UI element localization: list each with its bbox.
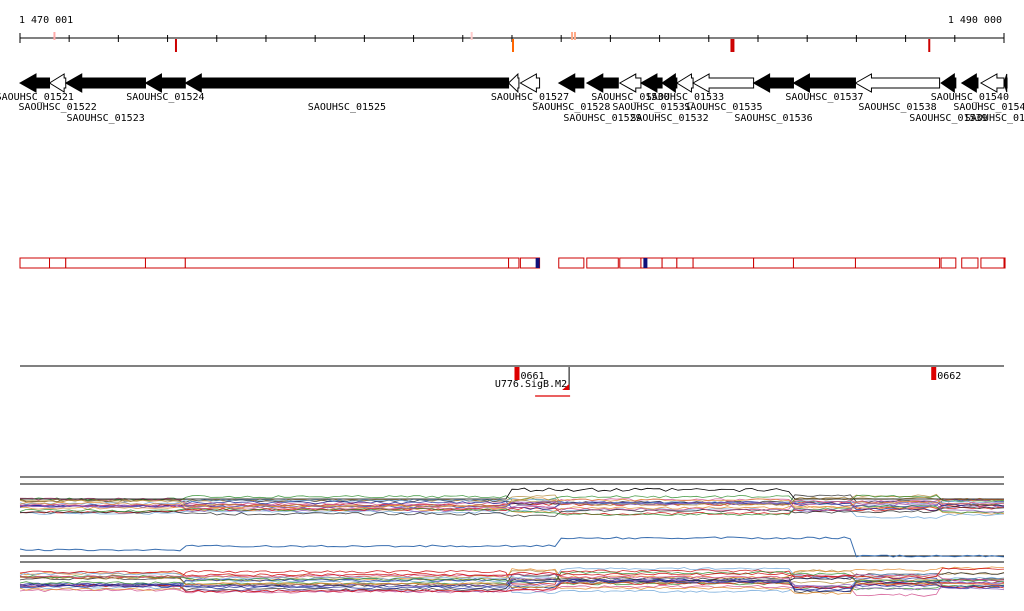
ruler-mark (512, 39, 515, 52)
genome-browser: 1 470 001 1 490 000 SAOUHSC_01521 SAOUHSC… (0, 0, 1024, 611)
gene-block (1003, 257, 1006, 269)
coordinate-ruler: 1 470 001 1 490 000 (19, 15, 1005, 52)
ruler-mark (730, 39, 733, 52)
ruler-mark (574, 32, 577, 40)
gene-label: SAOUHSC_01538 (858, 102, 936, 113)
gene-block (676, 257, 694, 269)
gene-arrow[interactable] (675, 73, 694, 93)
expression-trace (19, 536, 1005, 558)
gene-label: SAOUHSC_01537 (785, 92, 863, 103)
feature-label: 0662 (937, 371, 961, 382)
gene-arrow[interactable] (752, 73, 794, 93)
gene-block (144, 257, 186, 269)
gene-arrow[interactable] (18, 73, 51, 93)
gene-arrow[interactable] (940, 73, 957, 93)
ruler-mark (174, 39, 177, 52)
gene-arrow[interactable] (692, 73, 755, 93)
expression-band-lower (19, 566, 1005, 597)
feature-marker[interactable] (931, 367, 937, 380)
gene-block (508, 257, 520, 269)
ruler-mark (928, 39, 931, 52)
gene-arrow[interactable] (144, 73, 186, 93)
block-highlight (643, 258, 648, 268)
gene-label: SAOUHSC_01525 (308, 102, 386, 113)
gene-block-track (19, 257, 1006, 269)
gene-block (980, 257, 1005, 269)
gene-label: SAOUHSC_01535 (684, 102, 762, 113)
gene-arrow[interactable] (854, 73, 941, 93)
expression-band-middle (19, 536, 1005, 558)
gene-block (792, 257, 856, 269)
gene-arrow[interactable] (585, 73, 619, 93)
gene-arrow[interactable] (184, 73, 510, 93)
ruler-end-label: 1 490 000 (948, 15, 1002, 26)
ruler-mark (571, 32, 574, 40)
gene-block (558, 257, 585, 269)
gene-block (49, 257, 67, 269)
feature-marks: 0661 0662 (514, 367, 961, 382)
gene-arrow[interactable] (48, 73, 67, 93)
gene-block (586, 257, 619, 269)
gene-arrow[interactable] (792, 73, 856, 93)
gene-label: SAOUHSC_01523 (66, 113, 144, 124)
ruler-mark (732, 39, 735, 52)
gene-block (65, 257, 146, 269)
motif-label: U776.SigB.M2 (495, 379, 567, 390)
gene-label: SAOUHSC_01542 (965, 113, 1024, 124)
gene-label: SAOUHSC_01522 (18, 102, 96, 113)
gene-arrow[interactable] (519, 73, 541, 93)
gene-arrow[interactable] (661, 73, 678, 93)
gene-arrow[interactable] (64, 73, 146, 93)
gene-block (19, 257, 51, 269)
gene-block (692, 257, 755, 269)
ruler-start-label: 1 470 001 (19, 15, 73, 26)
expression-tracks (19, 476, 1005, 597)
gene-block (854, 257, 941, 269)
gene-label: SAOUHSC_01528 (532, 102, 610, 113)
gene-block (619, 257, 642, 269)
feature-track: 0661 0662 U776.SigB.M2 (20, 365, 1004, 397)
gene-track (18, 72, 1008, 94)
ruler-mark (470, 32, 473, 40)
gene-label: SAOUHSC_01532 (630, 113, 708, 124)
ruler-ticks (19, 33, 1005, 43)
gene-arrow[interactable] (507, 72, 520, 94)
gene-arrow[interactable] (618, 73, 642, 93)
gene-arrow[interactable] (960, 73, 979, 93)
genome-track-view: 1 470 001 1 490 000 SAOUHSC_01521SAOUHSC… (0, 15, 1024, 597)
gene-arrow[interactable] (639, 73, 663, 93)
gene-label: SAOUHSC_01524 (126, 92, 204, 103)
gene-block (961, 257, 979, 269)
gene-label: SAOUHSC_01531 (612, 102, 690, 113)
expression-band-upper (19, 487, 1005, 519)
block-highlight (535, 258, 540, 268)
gene-arrow[interactable] (1003, 73, 1008, 93)
gene-block (753, 257, 794, 269)
gene-block (661, 257, 678, 269)
gene-arrow[interactable] (979, 73, 1005, 93)
gene-block (184, 257, 510, 269)
gene-label: SAOUHSC_01536 (734, 113, 812, 124)
gene-labels: SAOUHSC_01521SAOUHSC_01522SAOUHSC_01523S… (0, 92, 1024, 124)
ruler-marks (53, 32, 931, 52)
gene-arrow[interactable] (557, 73, 585, 93)
gene-block (940, 257, 957, 269)
gene-label: SAOUHSC_01541 (953, 102, 1024, 113)
ruler-mark (53, 32, 56, 40)
